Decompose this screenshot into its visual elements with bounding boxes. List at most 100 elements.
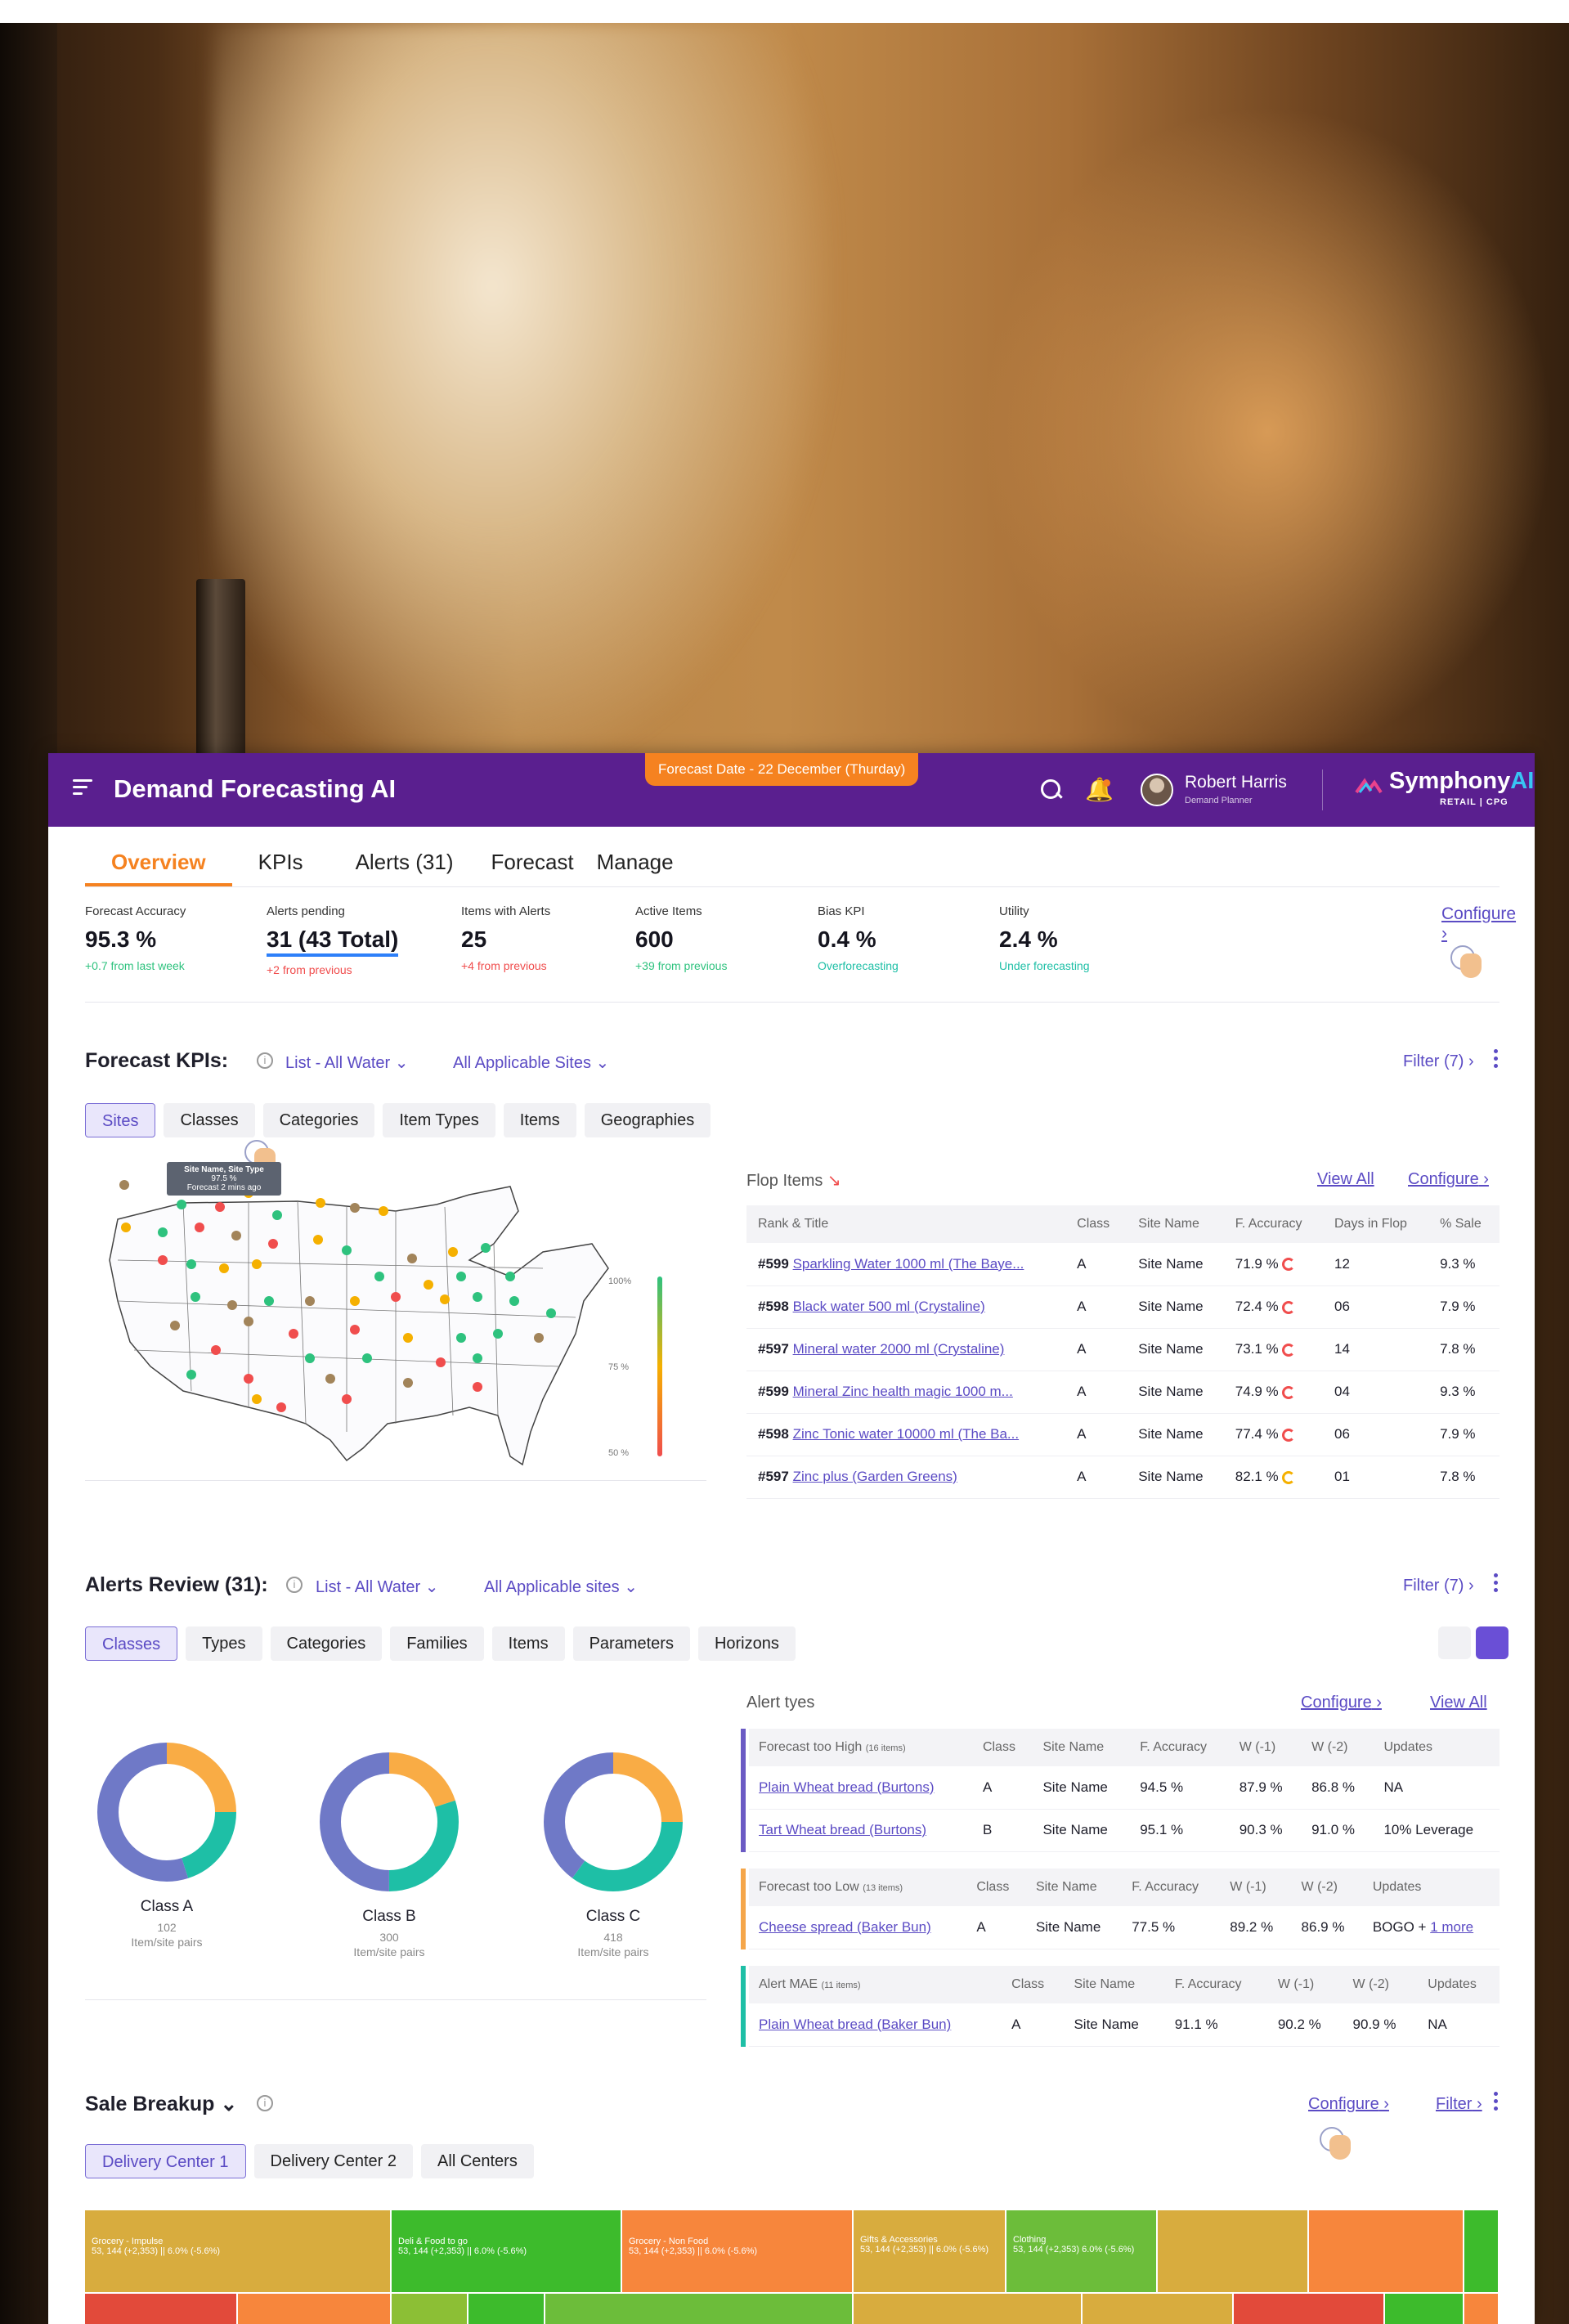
table-row[interactable]: #599 Sparkling Water 1000 ml (The Baye..… bbox=[746, 1243, 1500, 1286]
col-header[interactable]: Class bbox=[1002, 1966, 1065, 2003]
treemap-tile[interactable] bbox=[1464, 2210, 1500, 2294]
col-header[interactable]: W (-1) bbox=[1267, 1966, 1343, 2003]
treemap-tile[interactable] bbox=[1158, 2210, 1309, 2294]
chip-families[interactable]: Families bbox=[390, 1626, 484, 1661]
chip-classes[interactable]: Classes bbox=[85, 1626, 178, 1661]
item-link[interactable]: Cheese spread (Baker Bun) bbox=[759, 1919, 931, 1935]
info-icon[interactable]: i bbox=[257, 2095, 273, 2111]
chip-sites[interactable]: Sites bbox=[85, 1103, 156, 1137]
col-header[interactable]: W (-2) bbox=[1343, 1966, 1419, 2003]
col-header[interactable]: F. Accuracy bbox=[1130, 1729, 1230, 1766]
menu-icon[interactable] bbox=[73, 779, 92, 796]
chip-all-centers[interactable]: All Centers bbox=[421, 2144, 534, 2178]
col-header[interactable]: Class bbox=[972, 1729, 1033, 1766]
chart-view-icon[interactable] bbox=[1476, 1626, 1508, 1659]
item-link[interactable]: Mineral Zinc health magic 1000 m... bbox=[793, 1384, 1013, 1399]
donut-class-b[interactable]: Class B 300 Item/site pairs bbox=[307, 1748, 471, 1958]
chip-types[interactable]: Types bbox=[186, 1626, 262, 1661]
col-header[interactable]: W (-1) bbox=[1229, 1729, 1302, 1766]
more-options-icon[interactable] bbox=[1491, 1049, 1500, 1072]
more-link[interactable]: 1 more bbox=[1430, 1919, 1473, 1935]
kpi-utility[interactable]: Utility 2.4 % Under forecasting bbox=[999, 904, 1090, 972]
kpi-bias[interactable]: Bias KPI 0.4 % Overforecasting bbox=[818, 904, 899, 972]
chip-horizons[interactable]: Horizons bbox=[697, 1626, 796, 1661]
sites-dropdown[interactable]: All Applicable sites ⌄ bbox=[484, 1577, 638, 1597]
tab-manage[interactable]: Manage bbox=[585, 840, 685, 886]
chip-classes[interactable]: Classes bbox=[164, 1103, 255, 1137]
table-view-icon[interactable] bbox=[1438, 1626, 1471, 1659]
table-row[interactable]: #598 Black water 500 ml (Crystaline) A Sit… bbox=[746, 1285, 1500, 1329]
filter-button[interactable]: Filter (7) › bbox=[1403, 1052, 1474, 1071]
info-icon[interactable]: i bbox=[286, 1577, 303, 1593]
info-icon[interactable]: i bbox=[257, 1052, 273, 1069]
chip-geographies[interactable]: Geographies bbox=[584, 1103, 711, 1137]
filter-button[interactable]: Filter (7) › bbox=[1403, 1577, 1474, 1595]
chip-categories[interactable]: Categories bbox=[270, 1626, 383, 1661]
col-header[interactable]: F. Accuracy bbox=[1122, 1869, 1221, 1906]
item-link[interactable]: Zinc Tonic water 10000 ml (The Ba... bbox=[793, 1426, 1020, 1442]
treemap-tile[interactable]: Gifts & Accessories 53, 144 (+2,353) || … bbox=[854, 2210, 1006, 2294]
col-header[interactable]: Days in Flop bbox=[1322, 1205, 1429, 1243]
col-header[interactable]: W (-2) bbox=[1302, 1729, 1374, 1766]
table-row[interactable]: #597 Mineral water 2000 ml (Crystaline) A… bbox=[746, 1328, 1500, 1371]
configure-kpis-link[interactable]: Configure › bbox=[1441, 904, 1516, 944]
more-options-icon[interactable] bbox=[1491, 2092, 1500, 2115]
treemap-tile[interactable] bbox=[85, 2294, 238, 2324]
treemap-tile[interactable] bbox=[854, 2294, 1083, 2324]
table-row[interactable]: #598 Zinc Tonic water 10000 ml (The Ba..… bbox=[746, 1413, 1500, 1456]
section-title[interactable]: Sale Breakup ⌄ bbox=[85, 2092, 237, 2116]
col-header[interactable]: W (-1) bbox=[1220, 1869, 1292, 1906]
col-header[interactable]: Site Name bbox=[1064, 1966, 1165, 2003]
treemap-tile[interactable]: Deli & Food to go 53, 144 (+2,353) || 6.… bbox=[392, 2210, 622, 2294]
treemap-tile[interactable] bbox=[1464, 2294, 1500, 2324]
sale-filter-link[interactable]: Filter › bbox=[1436, 2095, 1482, 2114]
treemap-tile[interactable] bbox=[545, 2294, 854, 2324]
table-row[interactable]: Plain Wheat bread (Burtons) A Site Name 94.… bbox=[749, 1766, 1500, 1810]
col-header[interactable]: Class bbox=[966, 1869, 1026, 1906]
table-row[interactable]: #599 Mineral Zinc health magic 1000 m...… bbox=[746, 1371, 1500, 1414]
col-header[interactable]: % Sale bbox=[1428, 1205, 1500, 1243]
item-link[interactable]: Mineral water 2000 ml (Crystaline) bbox=[793, 1341, 1005, 1357]
treemap-tile[interactable] bbox=[1385, 2294, 1464, 2324]
list-dropdown[interactable]: List - All Water ⌄ bbox=[316, 1577, 439, 1597]
chip-delivery-center-2[interactable]: Delivery Center 2 bbox=[253, 2144, 414, 2178]
treemap-tile[interactable] bbox=[1309, 2210, 1464, 2294]
treemap-tile[interactable] bbox=[468, 2294, 545, 2324]
col-header[interactable]: Updates bbox=[1418, 1966, 1500, 2003]
sites-dropdown[interactable]: All Applicable Sites ⌄ bbox=[453, 1052, 609, 1073]
item-link[interactable]: Zinc plus (Garden Greens) bbox=[793, 1469, 957, 1484]
col-header[interactable]: Site Name bbox=[1033, 1729, 1131, 1766]
treemap-tile[interactable]: Clothing 53, 144 (+2,353) 6.0% (-5.6%) bbox=[1006, 2210, 1158, 2294]
col-header[interactable]: Site Name bbox=[1127, 1205, 1224, 1243]
chip-delivery-center-1[interactable]: Delivery Center 1 bbox=[85, 2144, 246, 2178]
more-options-icon[interactable] bbox=[1491, 1573, 1500, 1596]
avatar[interactable] bbox=[1141, 774, 1173, 806]
item-link[interactable]: Sparkling Water 1000 ml (The Baye... bbox=[793, 1256, 1024, 1272]
item-link[interactable]: Plain Wheat bread (Baker Bun) bbox=[759, 2017, 951, 2032]
col-header[interactable]: Site Name bbox=[1025, 1869, 1123, 1906]
item-link[interactable]: Black water 500 ml (Crystaline) bbox=[793, 1299, 985, 1314]
table-row[interactable]: #597 Zinc plus (Garden Greens) A Site Name… bbox=[746, 1456, 1500, 1499]
col-header[interactable]: Class bbox=[1065, 1205, 1127, 1243]
col-header[interactable]: F. Accuracy bbox=[1164, 1966, 1268, 2003]
tab-overview[interactable]: Overview bbox=[85, 840, 232, 886]
chip-items[interactable]: Items bbox=[503, 1103, 576, 1137]
chip-item-types[interactable]: Item Types bbox=[383, 1103, 495, 1137]
kpi-alerts-pending[interactable]: Alerts pending 31 (43 Total) +2 from pre… bbox=[267, 904, 399, 976]
treemap-tile[interactable] bbox=[1234, 2294, 1385, 2324]
treemap-tile[interactable] bbox=[392, 2294, 468, 2324]
col-header[interactable]: F. Accuracy bbox=[1223, 1205, 1323, 1243]
col-header[interactable]: Updates bbox=[1374, 1729, 1500, 1766]
kpi-active-items[interactable]: Active Items 600 +39 from previous bbox=[635, 904, 727, 972]
treemap-tile[interactable]: Grocery - Impulse 53, 144 (+2,353) || 6.… bbox=[85, 2210, 392, 2294]
col-header[interactable]: Rank & Title bbox=[746, 1205, 1066, 1243]
col-header[interactable]: Updates bbox=[1362, 1869, 1500, 1906]
kpi-forecast-accuracy[interactable]: Forecast Accuracy 95.3 % +0.7 from last … bbox=[85, 904, 186, 972]
donut-class-a[interactable]: Class A 102 Item/site pairs bbox=[85, 1739, 249, 1949]
table-row[interactable]: Cheese spread (Baker Bun) A Site Name 77.5 … bbox=[749, 1906, 1500, 1949]
user-name[interactable]: Robert Harris bbox=[1185, 773, 1287, 792]
tab-forecast[interactable]: Forecast bbox=[479, 840, 585, 886]
tab-kpis[interactable]: KPIs bbox=[232, 840, 329, 886]
treemap-tile[interactable] bbox=[1083, 2294, 1234, 2324]
kpi-items-with-alerts[interactable]: Items with Alerts 25 +4 from previous bbox=[461, 904, 550, 972]
